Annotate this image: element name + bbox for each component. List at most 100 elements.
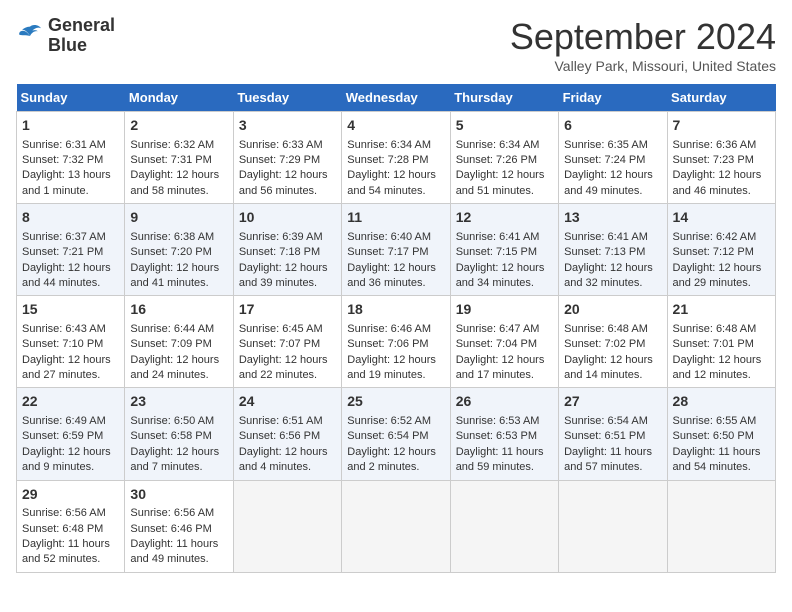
month-title: September 2024: [510, 16, 776, 58]
sunrise-text: Sunrise: 6:50 AM: [130, 415, 214, 427]
weekday-header-tuesday: Tuesday: [233, 84, 341, 112]
calendar-cell: [450, 480, 558, 572]
daylight-text: Daylight: 11 hours and 49 minutes.: [130, 538, 218, 565]
daylight-text: Daylight: 12 hours and 29 minutes.: [673, 262, 762, 289]
sunset-text: Sunset: 7:24 PM: [564, 154, 645, 166]
daylight-text: Daylight: 13 hours and 1 minute.: [22, 169, 111, 196]
day-number: 30: [130, 485, 227, 505]
calendar-cell: [667, 480, 775, 572]
daylight-text: Daylight: 12 hours and 51 minutes.: [456, 169, 545, 196]
day-number: 9: [130, 208, 227, 228]
sunset-text: Sunset: 7:01 PM: [673, 338, 754, 350]
sunset-text: Sunset: 6:50 PM: [673, 430, 754, 442]
calendar-cell: 20Sunrise: 6:48 AMSunset: 7:02 PMDayligh…: [559, 296, 667, 388]
daylight-text: Daylight: 12 hours and 17 minutes.: [456, 354, 545, 381]
day-number: 15: [22, 300, 119, 320]
sunrise-text: Sunrise: 6:39 AM: [239, 231, 323, 243]
day-number: 7: [673, 116, 770, 136]
weekday-header-row: SundayMondayTuesdayWednesdayThursdayFrid…: [17, 84, 776, 112]
daylight-text: Daylight: 12 hours and 22 minutes.: [239, 354, 328, 381]
sunrise-text: Sunrise: 6:54 AM: [564, 415, 648, 427]
sunrise-text: Sunrise: 6:48 AM: [564, 323, 648, 335]
calendar-cell: 14Sunrise: 6:42 AMSunset: 7:12 PMDayligh…: [667, 204, 775, 296]
calendar-cell: 19Sunrise: 6:47 AMSunset: 7:04 PMDayligh…: [450, 296, 558, 388]
day-number: 10: [239, 208, 336, 228]
day-number: 22: [22, 392, 119, 412]
sunset-text: Sunset: 7:18 PM: [239, 246, 320, 258]
day-number: 25: [347, 392, 444, 412]
sunset-text: Sunset: 7:17 PM: [347, 246, 428, 258]
daylight-text: Daylight: 12 hours and 2 minutes.: [347, 446, 436, 473]
sunset-text: Sunset: 7:32 PM: [22, 154, 103, 166]
daylight-text: Daylight: 12 hours and 56 minutes.: [239, 169, 328, 196]
sunrise-text: Sunrise: 6:56 AM: [22, 507, 106, 519]
sunset-text: Sunset: 7:12 PM: [673, 246, 754, 258]
calendar-cell: 28 Sunrise: 6:55 AM Sunset: 6:50 PM Dayligh…: [667, 388, 775, 480]
title-block: September 2024 Valley Park, Missouri, Un…: [510, 16, 776, 74]
calendar-cell: 6Sunrise: 6:35 AMSunset: 7:24 PMDaylight…: [559, 112, 667, 204]
day-number: 18: [347, 300, 444, 320]
day-number: 1: [22, 116, 119, 136]
daylight-text: Daylight: 12 hours and 49 minutes.: [564, 169, 653, 196]
calendar-cell: 13Sunrise: 6:41 AMSunset: 7:13 PMDayligh…: [559, 204, 667, 296]
weekday-header-sunday: Sunday: [17, 84, 125, 112]
weekday-header-friday: Friday: [559, 84, 667, 112]
daylight-text: Daylight: 11 hours and 57 minutes.: [564, 446, 652, 473]
location: Valley Park, Missouri, United States: [510, 58, 776, 74]
weekday-header-thursday: Thursday: [450, 84, 558, 112]
weekday-header-saturday: Saturday: [667, 84, 775, 112]
sunrise-text: Sunrise: 6:52 AM: [347, 415, 431, 427]
sunset-text: Sunset: 7:26 PM: [456, 154, 537, 166]
sunrise-text: Sunrise: 6:31 AM: [22, 139, 106, 151]
sunset-text: Sunset: 7:15 PM: [456, 246, 537, 258]
sunset-text: Sunset: 7:07 PM: [239, 338, 320, 350]
sunset-text: Sunset: 7:31 PM: [130, 154, 211, 166]
daylight-text: Daylight: 12 hours and 34 minutes.: [456, 262, 545, 289]
sunset-text: Sunset: 7:09 PM: [130, 338, 211, 350]
day-number: 21: [673, 300, 770, 320]
day-number: 3: [239, 116, 336, 136]
day-number: 8: [22, 208, 119, 228]
calendar-cell: 21Sunrise: 6:48 AMSunset: 7:01 PMDayligh…: [667, 296, 775, 388]
sunset-text: Sunset: 6:59 PM: [22, 430, 103, 442]
calendar-week-row: 22 Sunrise: 6:49 AM Sunset: 6:59 PM Dayligh…: [17, 388, 776, 480]
day-number: 28: [673, 392, 770, 412]
sunrise-text: Sunrise: 6:55 AM: [673, 415, 757, 427]
calendar-cell: 30Sunrise: 6:56 AMSunset: 6:46 PMDayligh…: [125, 480, 233, 572]
daylight-text: Daylight: 12 hours and 58 minutes.: [130, 169, 219, 196]
day-number: 23: [130, 392, 227, 412]
calendar-cell: 4Sunrise: 6:34 AMSunset: 7:28 PMDaylight…: [342, 112, 450, 204]
logo: General Blue: [16, 16, 115, 56]
sunrise-text: Sunrise: 6:51 AM: [239, 415, 323, 427]
day-number: 24: [239, 392, 336, 412]
day-number: 29: [22, 485, 119, 505]
sunrise-text: Sunrise: 6:47 AM: [456, 323, 540, 335]
daylight-text: Daylight: 12 hours and 7 minutes.: [130, 446, 219, 473]
daylight-text: Daylight: 12 hours and 36 minutes.: [347, 262, 436, 289]
sunrise-text: Sunrise: 6:32 AM: [130, 139, 214, 151]
calendar-cell: 1 Sunrise: 6:31 AM Sunset: 7:32 PM Daylight…: [17, 112, 125, 204]
calendar-cell: 15Sunrise: 6:43 AMSunset: 7:10 PMDayligh…: [17, 296, 125, 388]
weekday-header-monday: Monday: [125, 84, 233, 112]
calendar-table: SundayMondayTuesdayWednesdayThursdayFrid…: [16, 84, 776, 573]
daylight-text: Daylight: 11 hours and 54 minutes.: [673, 446, 761, 473]
sunset-text: Sunset: 7:02 PM: [564, 338, 645, 350]
calendar-week-row: 1 Sunrise: 6:31 AM Sunset: 7:32 PM Daylight…: [17, 112, 776, 204]
sunset-text: Sunset: 6:46 PM: [130, 523, 211, 535]
sunrise-text: Sunrise: 6:53 AM: [456, 415, 540, 427]
sunset-text: Sunset: 6:58 PM: [130, 430, 211, 442]
sunset-text: Sunset: 6:56 PM: [239, 430, 320, 442]
sunrise-text: Sunrise: 6:49 AM: [22, 415, 106, 427]
day-number: 6: [564, 116, 661, 136]
calendar-cell: 27Sunrise: 6:54 AMSunset: 6:51 PMDayligh…: [559, 388, 667, 480]
sunset-text: Sunset: 7:29 PM: [239, 154, 320, 166]
daylight-text: Daylight: 12 hours and 12 minutes.: [673, 354, 762, 381]
sunrise-text: Sunrise: 6:41 AM: [564, 231, 648, 243]
sunset-text: Sunset: 7:23 PM: [673, 154, 754, 166]
daylight-text: Daylight: 12 hours and 4 minutes.: [239, 446, 328, 473]
sunrise-text: Sunrise: 6:45 AM: [239, 323, 323, 335]
daylight-text: Daylight: 12 hours and 9 minutes.: [22, 446, 111, 473]
sunrise-text: Sunrise: 6:36 AM: [673, 139, 757, 151]
sunset-text: Sunset: 6:54 PM: [347, 430, 428, 442]
calendar-cell: [342, 480, 450, 572]
